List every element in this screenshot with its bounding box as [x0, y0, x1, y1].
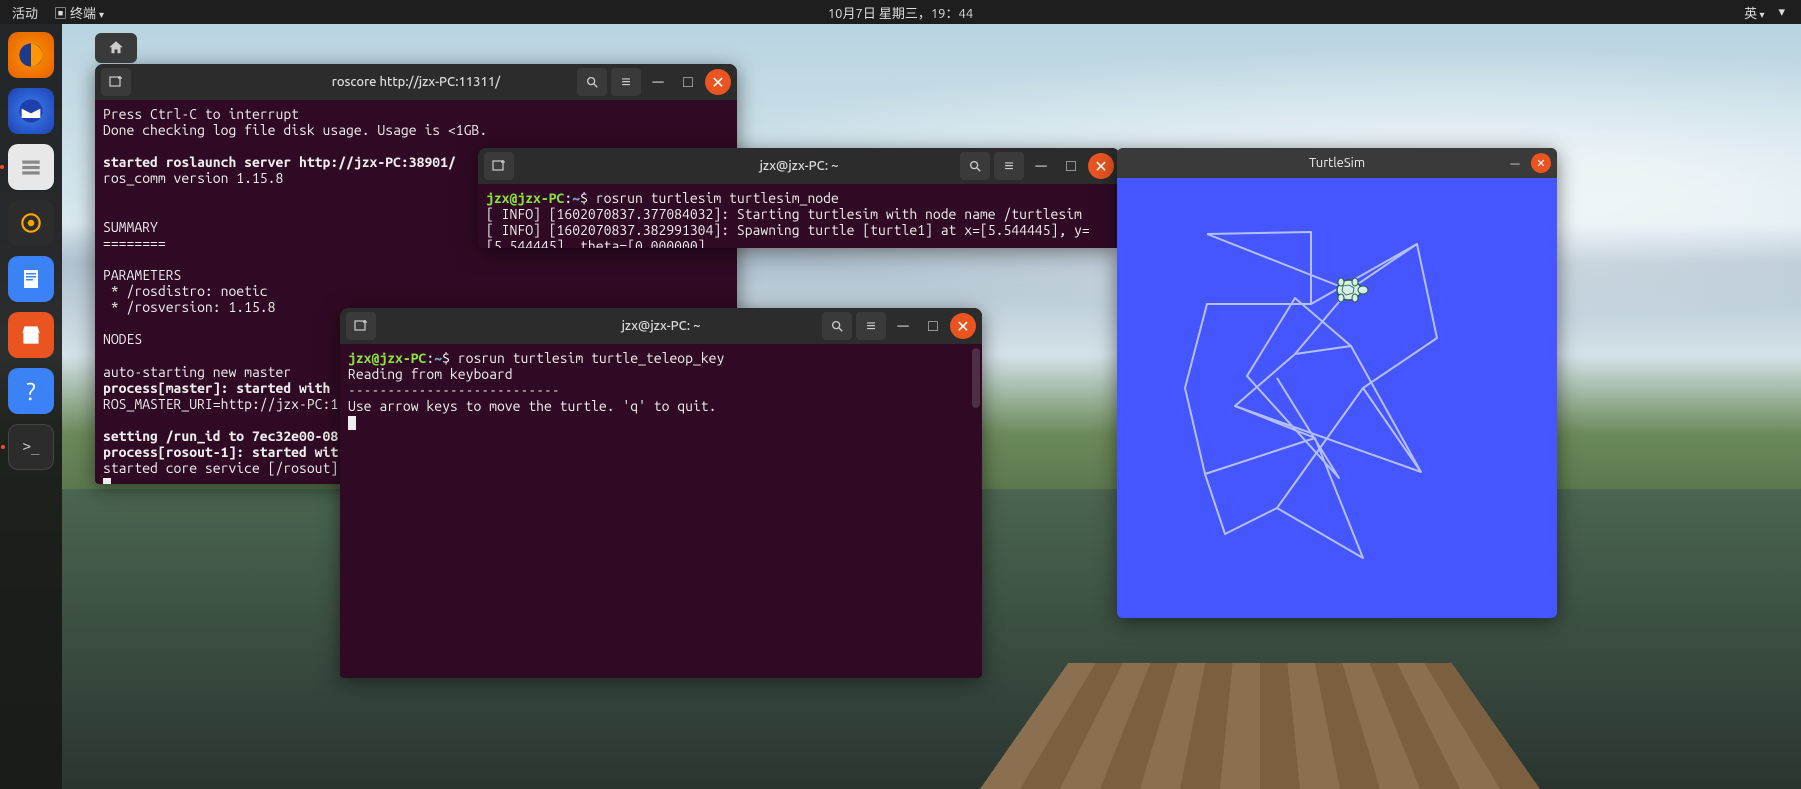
dock-thunderbird[interactable] — [8, 88, 54, 134]
gnome-dock: ? — [0, 24, 62, 789]
window-title: jzx@jzx-PC: ~ — [760, 159, 839, 173]
close-button[interactable]: ✕ — [705, 69, 731, 95]
window-title: TurtleSim — [1309, 156, 1365, 170]
minimize-button[interactable]: ─ — [645, 69, 671, 95]
activities-button[interactable]: 活动 — [12, 3, 38, 22]
close-button[interactable]: ✕ — [1088, 153, 1114, 179]
clock[interactable]: 10月7日 星期三，19：44 — [828, 3, 973, 22]
window-title: roscore http://jzx-PC:11311/ — [332, 75, 500, 89]
dock-terminal[interactable] — [8, 424, 54, 470]
nautilus-home-button[interactable] — [95, 33, 137, 63]
titlebar[interactable]: TurtleSim ─ ✕ — [1117, 148, 1557, 178]
app-menu-label: 终端 — [70, 7, 96, 21]
gnome-topbar: 活动 ▣ 终端 10月7日 星期三，19：44 英 ▾ — [0, 0, 1801, 24]
window-title: jzx@jzx-PC: ~ — [622, 319, 701, 333]
titlebar[interactable]: roscore http://jzx-PC:11311/ ≡ ─ □ ✕ — [95, 64, 737, 100]
app-menu[interactable]: ▣ 终端 — [54, 3, 104, 22]
running-indicator — [1, 445, 5, 449]
input-method-indicator[interactable]: 英 — [1744, 3, 1764, 22]
terminal-window-node[interactable]: jzx@jzx-PC: ~ ≡ ─ □ ✕ jzx@jzx-PC:~$ rosr… — [478, 148, 1120, 248]
menu-button[interactable]: ≡ — [856, 312, 886, 340]
new-tab-button[interactable] — [346, 312, 376, 340]
minimize-button[interactable]: ─ — [1505, 153, 1525, 173]
maximize-button[interactable]: □ — [675, 69, 701, 95]
terminal-window-teleop[interactable]: jzx@jzx-PC: ~ ≡ ─ □ ✕ jzx@jzx-PC:~$ rosr… — [340, 308, 982, 678]
close-button[interactable]: ✕ — [1531, 153, 1551, 173]
new-tab-button[interactable] — [484, 152, 514, 180]
search-button[interactable] — [822, 312, 852, 340]
titlebar[interactable]: jzx@jzx-PC: ~ ≡ ─ □ ✕ — [340, 308, 982, 344]
menu-button[interactable]: ≡ — [611, 68, 641, 96]
running-indicator — [0, 165, 4, 169]
maximize-button[interactable]: □ — [920, 313, 946, 339]
menu-button[interactable]: ≡ — [994, 152, 1024, 180]
turtlesim-canvas — [1117, 178, 1557, 618]
terminal-output[interactable]: jzx@jzx-PC:~$ rosrun turtlesim turtlesim… — [478, 184, 1120, 248]
search-button[interactable] — [960, 152, 990, 180]
dock-rhythmbox[interactable] — [8, 200, 54, 246]
dock-software[interactable] — [8, 312, 54, 358]
terminal-output[interactable]: jzx@jzx-PC:~$ rosrun turtlesim turtle_te… — [340, 344, 982, 678]
terminal-icon: ▣ — [54, 7, 67, 21]
dock-firefox[interactable] — [8, 32, 54, 78]
search-button[interactable] — [577, 68, 607, 96]
close-button[interactable]: ✕ — [950, 313, 976, 339]
minimize-button[interactable]: ─ — [1028, 153, 1054, 179]
minimize-button[interactable]: ─ — [890, 313, 916, 339]
dock-writer[interactable] — [8, 256, 54, 302]
dock-help[interactable]: ? — [8, 368, 54, 414]
turtlesim-window[interactable]: TurtleSim ─ ✕ — [1117, 148, 1557, 618]
titlebar[interactable]: jzx@jzx-PC: ~ ≡ ─ □ ✕ — [478, 148, 1120, 184]
wallpaper-dock — [980, 663, 1540, 789]
dock-files[interactable] — [8, 144, 54, 190]
new-tab-button[interactable] — [101, 68, 131, 96]
system-status-area[interactable]: ▾ — [1778, 5, 1785, 20]
maximize-button[interactable]: □ — [1058, 153, 1084, 179]
